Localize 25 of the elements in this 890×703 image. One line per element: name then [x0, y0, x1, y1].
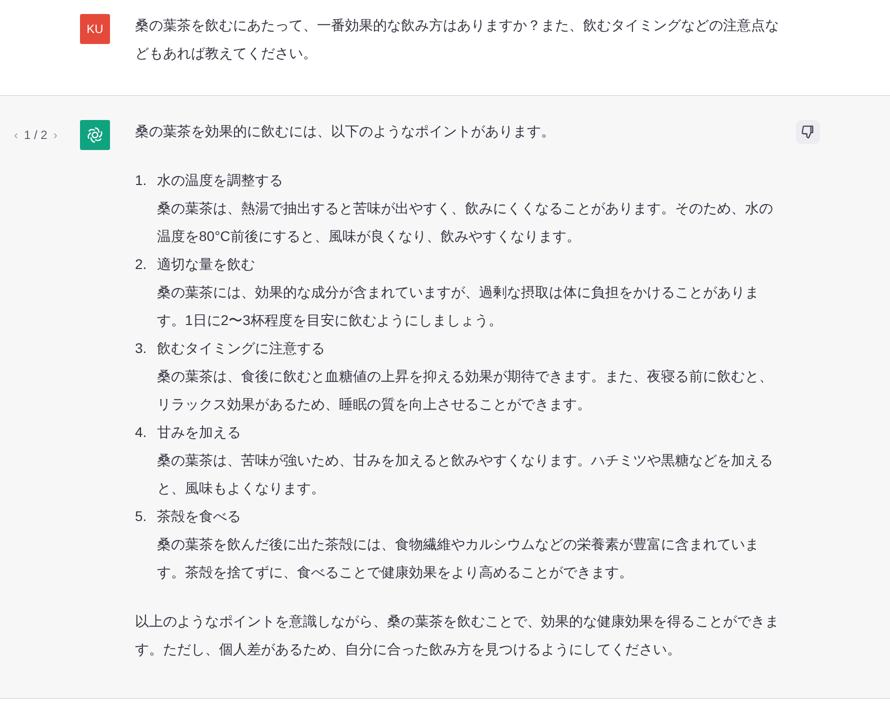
list-number: 4. [135, 423, 148, 442]
point-description: 桑の葉茶は、熱湯で抽出すると苦味が出やすく、飲みにくくなることがあります。そのため、水の温度を80°C前後にすると、風味が良くなり、飲みやすくなります。 [157, 199, 774, 246]
list-number: 3. [135, 339, 148, 358]
list-number: 1. [135, 171, 148, 190]
point-title: 適切な量を飲む [157, 255, 256, 274]
point-title: 甘みを加える [157, 423, 242, 442]
point-title: 水の温度を調整する [157, 171, 284, 190]
thumbs-down-icon [801, 125, 815, 139]
thumbs-down-button[interactable] [796, 120, 820, 144]
previous-button[interactable]: ‹ [12, 128, 20, 142]
point-description: 桑の葉茶は、食後に飲むと血糖値の上昇を抑える効果が期待できます。また、夜寝る前に飲むと、リラックス効果があるため、睡眠の質を向上させることができます。 [157, 367, 774, 414]
user-avatar: KU [80, 14, 110, 44]
point-description: 桑の葉茶には、効果的な成分が含まれていますが、過剰な摂取は体に負担をかけることがあります。1日に2〜3杯程度を目安に飲むようにしましょう。 [157, 283, 760, 330]
point-description: 桑の葉茶は、苦味が強いため、甘みを加えると飲みやすくなります。ハチミツや黒糖などを加えると、風味もよくなります。 [157, 451, 774, 498]
knot-icon [85, 125, 105, 145]
user-message: 桑の葉茶を飲むにあたって、一番効果的な飲み方はありますか？また、飲むタイミングなどの注意点などもあれば教えてください。 [135, 16, 780, 63]
page-indicator: 1 / 2 [24, 128, 48, 142]
response-text: 桑の葉茶を効果的に飲むには、以下のようなポイントがあります。 [135, 122, 556, 141]
list-number: 5. [135, 507, 148, 526]
next-button[interactable]: › [51, 128, 60, 142]
list-number: 2. [135, 255, 148, 274]
point-title: 茶殻を食べる [157, 507, 242, 526]
point-title: 飲むタイミングに注意する [157, 339, 326, 358]
response-text: 以上のようなポイントを意識しながら、桑の葉茶を飲むことで、効果的な健康効果を得ることができます。ただし、個人差があるため、自分に合った飲み方を見つけるようにしてください。 [135, 612, 780, 659]
point-description: 桑の葉茶を飲んだ後に出た茶殻には、食物繊維やカルシウムなどの栄養素が豊富に含まれています。茶殻を捨てずに、食べることで健康効果をより高めることができます。 [157, 535, 760, 582]
